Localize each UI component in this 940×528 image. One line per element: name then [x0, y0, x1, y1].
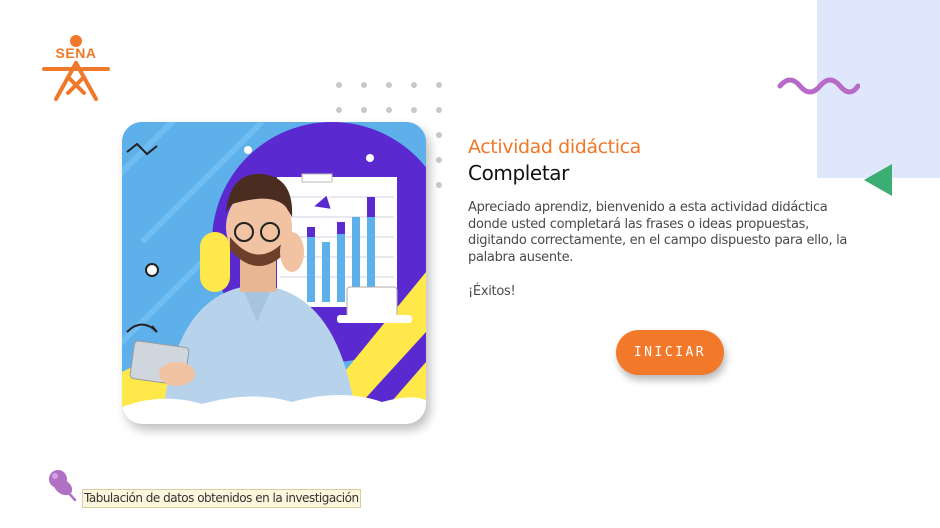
start-button[interactable]: INICIAR	[616, 330, 724, 375]
squiggle-decoration	[776, 72, 861, 100]
activity-description: Apreciado aprendiz, bienvenido a esta ac…	[468, 200, 848, 265]
logo-text: SENA	[55, 45, 97, 61]
activity-cheer: ¡Éxitos!	[468, 284, 516, 299]
activity-intro: Actividad didáctica Completar Apreciado …	[468, 134, 858, 299]
activity-title: Completar	[468, 161, 569, 185]
figure-caption: Tabulación de datos obtenidos en la inve…	[82, 489, 361, 508]
activity-eyebrow: Actividad didáctica	[468, 136, 641, 158]
hero-illustration	[122, 122, 426, 424]
pushpin-icon	[47, 468, 77, 502]
triangle-decoration	[860, 160, 896, 200]
sena-logo: SENA	[40, 33, 112, 103]
